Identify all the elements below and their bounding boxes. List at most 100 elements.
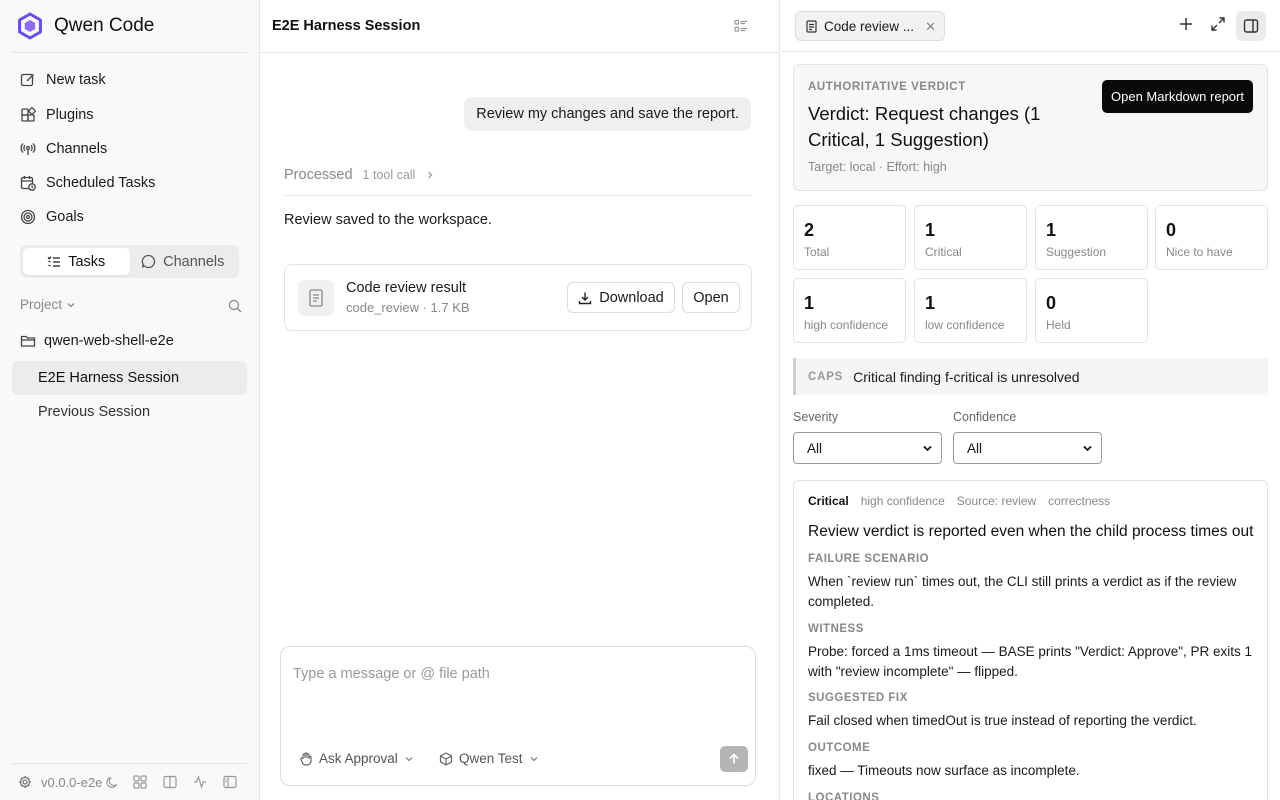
folder-name: qwen-web-shell-e2e [44, 333, 174, 349]
plus-icon[interactable] [1178, 16, 1194, 32]
confidence-value: All [967, 440, 983, 456]
close-icon[interactable]: ✕ [925, 19, 936, 35]
nav-plugins[interactable]: Plugins [20, 107, 94, 123]
approval-mode-label: Ask Approval [319, 751, 398, 766]
stat-nice-to-have: 0 Nice to have [1155, 205, 1268, 270]
stat-value: 1 [925, 220, 936, 240]
outcome-text: fixed — Timeouts now surface as incomple… [808, 763, 1080, 778]
stat-value: 0 [1166, 220, 1177, 240]
tool-call-count: 1 tool call [362, 168, 416, 182]
stat-label: low confidence [925, 318, 1005, 332]
edit-icon [20, 72, 36, 88]
tab-label: Tasks [68, 253, 106, 270]
nav-new-task[interactable]: New task [20, 72, 106, 88]
witness-heading: WITNESS [808, 623, 864, 635]
tab-tasks[interactable]: Tasks [23, 248, 130, 275]
grid-icon[interactable] [133, 775, 148, 789]
file-name: Code review result [346, 280, 467, 296]
stat-label: Total [804, 245, 830, 259]
nav-goals[interactable]: Goals [20, 209, 84, 225]
severity-select[interactable]: All [793, 432, 942, 464]
session-item-e2e-harness[interactable]: E2E Harness Session [12, 361, 247, 395]
search-icon[interactable] [228, 299, 242, 313]
chat-header: E2E Harness Session [260, 0, 780, 53]
split-view-icon[interactable] [163, 775, 178, 789]
nav-scheduled-tasks[interactable]: Scheduled Tasks [20, 175, 155, 191]
version-label: v0.0.0-e2e [41, 774, 103, 790]
arrow-up-icon [728, 753, 740, 765]
list-details-icon[interactable] [734, 19, 748, 33]
verdict-kicker: AUTHORITATIVE VERDICT [808, 81, 966, 93]
tab-label: Code review ... [824, 18, 915, 34]
project-label: Project [20, 297, 63, 312]
nav-label: New task [46, 72, 106, 88]
finding-card: Critical high confidence Source: review … [793, 480, 1268, 800]
approval-mode-dropdown[interactable]: Ask Approval [299, 751, 414, 766]
chevron-down-icon [1082, 443, 1093, 454]
stat-value: 1 [1046, 220, 1057, 240]
caps-text: Critical finding f-critical is unresolve… [853, 368, 1080, 385]
verdict-card: AUTHORITATIVE VERDICT Verdict: Request c… [793, 64, 1268, 191]
finding-title: Review verdict is reported even when the… [808, 523, 1254, 540]
divider [12, 52, 247, 53]
failure-scenario-text: When `review run` times out, the CLI sti… [808, 574, 1237, 609]
confidence-select[interactable]: All [953, 432, 1102, 464]
review-panel: Code review ... ✕ AUTHORITATIVE VERDICT … [781, 0, 1280, 800]
confidence-filter-label: Confidence [953, 410, 1017, 424]
stat-critical: 1 Critical [914, 205, 1027, 270]
activity-icon[interactable] [193, 775, 207, 789]
tab-channels[interactable]: Channels [130, 248, 237, 275]
project-dropdown[interactable]: Project [20, 297, 76, 312]
sidebar: Qwen Code New task Plugins Channels Sche… [0, 0, 260, 800]
download-button[interactable]: Download [567, 282, 675, 313]
sidebar-toggle-icon[interactable] [223, 775, 238, 789]
broadcast-icon [20, 141, 36, 157]
sidebar-footer: v0.0.0-e2e [12, 763, 247, 800]
stat-label: high confidence [804, 318, 889, 332]
stat-label: Suggestion [1046, 245, 1107, 259]
project-folder[interactable]: qwen-web-shell-e2e [20, 333, 174, 349]
divider [284, 195, 752, 196]
puzzle-icon [20, 107, 36, 123]
list-check-icon [47, 255, 61, 269]
chat-bubble-icon [141, 254, 156, 269]
user-message: Review my changes and save the report. [464, 97, 751, 131]
panel-toggle-icon[interactable] [1236, 11, 1266, 41]
suggested-fix-text: Fail closed when timedOut is true instea… [808, 713, 1197, 728]
open-button[interactable]: Open [682, 282, 740, 313]
assistant-reply: Review saved to the workspace. [284, 212, 492, 228]
file-card: Code review result code_review · 1.7 KB … [284, 264, 752, 331]
sidebar-view-toggle: Tasks Channels [20, 245, 239, 278]
severity-filter-label: Severity [793, 410, 839, 424]
caps-banner: CAPS Critical finding f-critical is unre… [793, 358, 1268, 395]
nav-label: Scheduled Tasks [46, 175, 156, 191]
verdict-title: Verdict: Request changes (1 Critical, 1 … [808, 103, 1041, 150]
composer: Type a message or @ file path Ask Approv… [280, 646, 756, 786]
stat-value: 2 [804, 220, 815, 240]
open-markdown-report-button[interactable]: Open Markdown report [1102, 80, 1253, 113]
stat-value: 0 [1046, 293, 1057, 313]
moon-icon[interactable] [106, 776, 119, 789]
folder-icon [20, 333, 36, 349]
hand-icon [299, 751, 313, 766]
chevron-right-icon [425, 170, 435, 180]
send-button[interactable] [720, 746, 748, 772]
qwen-logo-icon [16, 12, 44, 40]
expand-icon[interactable] [1210, 16, 1226, 32]
brand[interactable]: Qwen Code [16, 12, 154, 40]
processed-toggle[interactable]: Processed 1 tool call [284, 167, 435, 183]
tab-code-review[interactable]: Code review ... ✕ [795, 11, 945, 41]
session-item-previous[interactable]: Previous Session [12, 395, 247, 429]
gear-icon[interactable] [18, 775, 32, 789]
stat-low-confidence: 1 low confidence [914, 278, 1027, 343]
chevron-down-icon [404, 754, 414, 764]
stat-held: 0 Held [1035, 278, 1148, 343]
message-input[interactable]: Type a message or @ file path [293, 666, 490, 682]
calendar-clock-icon [20, 175, 36, 191]
finding-tags: Critical high confidence Source: review … [808, 494, 1110, 508]
model-dropdown[interactable]: Qwen Test [439, 751, 539, 766]
document-icon [298, 280, 334, 316]
stat-label: Nice to have [1166, 245, 1233, 259]
witness-text: Probe: forced a 1ms timeout — BASE print… [808, 644, 1253, 679]
nav-channels[interactable]: Channels [20, 141, 107, 157]
